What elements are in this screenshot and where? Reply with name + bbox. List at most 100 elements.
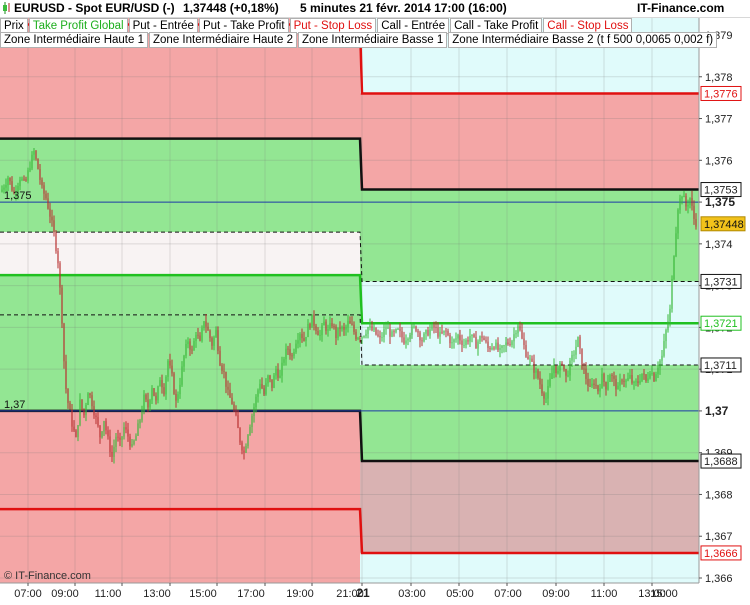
level-label: 1,3711 <box>704 360 737 372</box>
candle-body <box>189 341 191 350</box>
level-label: 1,3666 <box>704 548 738 560</box>
candle-body <box>467 340 469 342</box>
candle-body <box>183 355 185 367</box>
candle-body <box>199 335 201 341</box>
candle-body <box>545 398 547 400</box>
candle-body <box>391 331 393 337</box>
candle-body <box>113 446 115 457</box>
candle-body <box>261 383 263 389</box>
candle-body <box>511 341 513 345</box>
candle-body <box>531 358 533 362</box>
candle-body <box>605 382 607 390</box>
candle-body <box>325 321 327 331</box>
candle-body <box>403 337 405 344</box>
candle-body <box>155 395 157 401</box>
candle-body <box>19 179 21 187</box>
candle-body <box>195 334 197 341</box>
candle-body <box>123 427 125 437</box>
candle-body <box>61 287 63 324</box>
candle-body <box>379 335 381 338</box>
candle-body <box>347 320 349 327</box>
candle-body <box>247 435 249 447</box>
candle-body <box>679 198 681 210</box>
candle-body <box>281 362 283 376</box>
candle-body <box>447 330 449 336</box>
candle-body <box>591 383 593 387</box>
candle-body <box>187 341 189 345</box>
candle-body <box>203 321 205 328</box>
candle-body <box>419 332 421 341</box>
candle-body <box>273 375 275 388</box>
candle-body <box>413 326 415 328</box>
candle-body <box>185 344 187 356</box>
candle-body <box>317 330 319 336</box>
candle-body <box>425 330 427 334</box>
candle-body <box>231 397 233 405</box>
candle-body <box>443 330 445 333</box>
candle-body <box>685 196 687 207</box>
candle-body <box>345 326 347 330</box>
candle-body <box>51 216 53 221</box>
candle-body <box>169 360 171 366</box>
x-tick-label: 11:00 <box>591 588 618 600</box>
candle-body <box>687 204 689 207</box>
candle-body <box>647 378 649 381</box>
x-tick-label: 13:00 <box>143 588 171 600</box>
legend-zone-haute-2[interactable]: Zone Intermédiaire Haute 2 <box>149 32 297 48</box>
candle-body <box>623 380 625 382</box>
y-tick-label: 1,378 <box>705 72 733 84</box>
candle-body <box>335 326 337 339</box>
candle-body <box>519 325 521 331</box>
candle-body <box>69 402 71 410</box>
candle-body <box>329 323 331 330</box>
candle-body <box>451 342 453 344</box>
legend-zone-basse-1[interactable]: Zone Intermédiaire Basse 1 <box>298 32 448 48</box>
y-tick-label: 1,377 <box>705 114 733 126</box>
candle-body <box>615 378 617 390</box>
candle-body <box>665 330 667 342</box>
candle-body <box>263 388 265 395</box>
candle-body <box>365 333 367 336</box>
level-label: 1,3753 <box>704 185 738 197</box>
x-tick-label: 05:00 <box>446 588 474 600</box>
candle-body <box>581 348 583 369</box>
candle-body <box>27 170 29 181</box>
candle-body <box>233 404 235 410</box>
candle-body <box>523 338 525 346</box>
candle-body <box>79 399 81 426</box>
candle-body <box>669 308 671 322</box>
candle-body <box>303 338 305 341</box>
candle-body <box>9 177 11 182</box>
candle-body <box>87 393 89 406</box>
candle-body <box>543 393 545 399</box>
candle-body <box>297 340 299 344</box>
candle-body <box>59 263 61 288</box>
candle-body <box>633 382 635 383</box>
legend-zone-basse-2[interactable]: Zone Intermédiaire Basse 2 (t f 500 0,00… <box>448 32 718 48</box>
candle-body <box>295 343 297 353</box>
candle-body <box>91 395 93 407</box>
candle-body <box>475 336 477 349</box>
candle-body <box>227 386 229 390</box>
candle-body <box>217 330 219 351</box>
candle-body <box>663 341 665 356</box>
candle-body <box>129 436 131 447</box>
candle-body <box>651 373 653 374</box>
candle-body <box>291 355 293 357</box>
last-price-label: 1,37448 <box>704 219 744 231</box>
candle-body <box>157 386 159 401</box>
candle-body <box>427 330 429 336</box>
candle-body <box>267 375 269 384</box>
legend-zone-haute-1[interactable]: Zone Intermédiaire Haute 1 <box>0 32 148 48</box>
candle-body <box>265 383 267 395</box>
chart-header: EURUSD - Spot EUR/USD (-) 1,37448 (+0,18… <box>0 0 750 18</box>
candle-body <box>569 360 571 376</box>
instrument-name: EURUSD - Spot EUR/USD (-) <box>14 1 175 15</box>
candle-body <box>353 324 355 332</box>
candle-body <box>655 374 657 382</box>
candle-body <box>109 436 111 453</box>
candle-body <box>47 198 49 209</box>
candle-body <box>509 344 511 345</box>
candle-body <box>683 196 685 198</box>
candle-body <box>439 331 441 337</box>
